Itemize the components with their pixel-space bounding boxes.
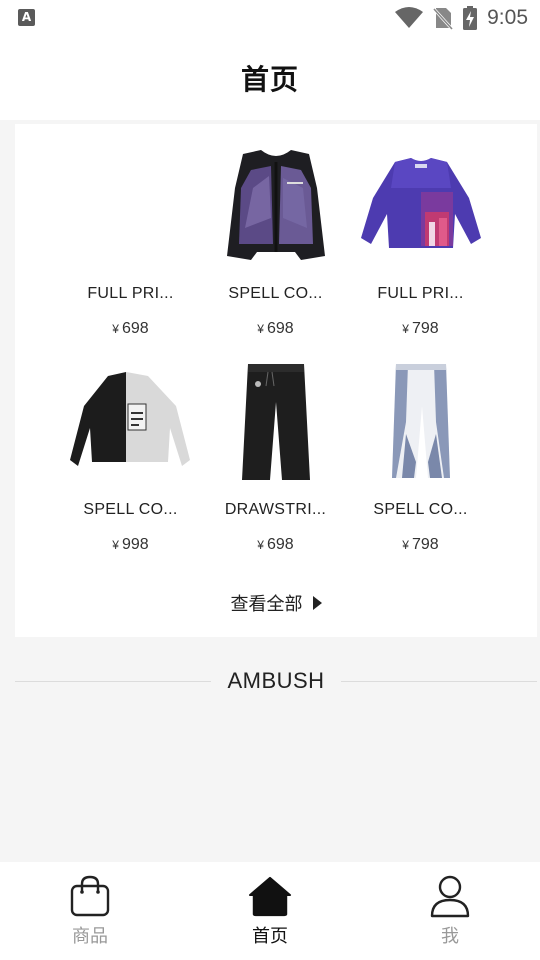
shopping-bag-icon xyxy=(68,874,112,918)
tab-label: 我 xyxy=(441,926,459,947)
battery-charging-icon xyxy=(463,6,478,30)
product-image xyxy=(348,352,493,492)
currency-symbol: ¥ xyxy=(402,322,409,336)
caret-right-icon xyxy=(312,596,322,610)
product-name: DRAWSTRI... xyxy=(224,501,327,518)
product-name: SPELL CO... xyxy=(228,285,323,302)
currency-symbol: ¥ xyxy=(257,322,264,336)
white-pants-image xyxy=(391,364,450,478)
tab-home[interactable]: 首页 xyxy=(180,862,360,960)
purple-shirt-image xyxy=(360,158,481,248)
product-name: FULL PRI... xyxy=(87,285,174,302)
product-card[interactable]: SPELL CO... ¥798 xyxy=(348,340,493,556)
product-price: ¥798 xyxy=(348,536,493,554)
product-price: ¥698 xyxy=(58,320,203,338)
currency-symbol: ¥ xyxy=(257,538,264,552)
product-card[interactable]: SPELL CO... ¥998 xyxy=(58,340,203,556)
currency-symbol: ¥ xyxy=(112,538,119,552)
brand-name: AMBUSH xyxy=(227,668,325,693)
product-card[interactable]: FULL PRI... ¥698 xyxy=(58,124,203,340)
product-image xyxy=(58,136,203,276)
product-image xyxy=(203,352,348,492)
tab-products[interactable]: 商品 xyxy=(0,862,180,960)
home-icon xyxy=(248,874,292,918)
status-bar: A 9:05 xyxy=(0,0,540,36)
product-image xyxy=(58,352,203,492)
product-price: ¥998 xyxy=(58,536,203,554)
status-icons: 9:05 xyxy=(395,4,528,32)
divider-line xyxy=(340,680,537,682)
no-sim-icon xyxy=(433,7,454,30)
vest-image xyxy=(226,150,325,260)
app-notification-icon: A xyxy=(18,9,35,26)
price-value: 698 xyxy=(121,320,149,337)
product-name: FULL PRI... xyxy=(377,285,464,302)
user-icon xyxy=(428,874,472,918)
tab-me[interactable]: 我 xyxy=(360,862,540,960)
currency-symbol: ¥ xyxy=(402,538,409,552)
product-card[interactable]: DRAWSTRI... ¥698 xyxy=(203,340,348,556)
brand-section-header: AMBUSH xyxy=(15,664,537,698)
wifi-icon xyxy=(395,7,424,28)
price-value: 698 xyxy=(266,320,294,337)
app-header: 首页 xyxy=(0,36,540,120)
view-all-label: 查看全部 xyxy=(230,594,303,615)
currency-symbol: ¥ xyxy=(112,322,119,336)
price-value: 698 xyxy=(266,536,294,553)
tab-label: 商品 xyxy=(72,926,108,947)
price-value: 798 xyxy=(411,536,439,553)
product-name: SPELL CO... xyxy=(373,501,468,518)
bottom-tab-bar: 商品 首页 我 xyxy=(0,862,540,960)
view-all-button[interactable]: 查看全部 xyxy=(15,590,537,616)
product-price: ¥698 xyxy=(203,320,348,338)
product-price: ¥798 xyxy=(348,320,493,338)
price-value: 798 xyxy=(411,320,439,337)
black-pants-image xyxy=(241,364,310,480)
product-image xyxy=(348,136,493,276)
price-value: 998 xyxy=(121,536,149,553)
page-title: 首页 xyxy=(240,63,299,96)
sweater-image xyxy=(69,372,190,466)
status-time: 9:05 xyxy=(487,6,528,29)
tab-label: 首页 xyxy=(252,926,288,947)
product-name: SPELL CO... xyxy=(83,501,178,518)
divider-line xyxy=(15,680,212,682)
product-image xyxy=(203,136,348,276)
product-card[interactable]: FULL PRI... ¥798 xyxy=(348,124,493,340)
product-price: ¥698 xyxy=(203,536,348,554)
product-card[interactable]: SPELL CO... ¥698 xyxy=(203,124,348,340)
product-panel: FULL PRI... ¥698 SPELL CO... ¥698 FULL P… xyxy=(15,124,537,637)
